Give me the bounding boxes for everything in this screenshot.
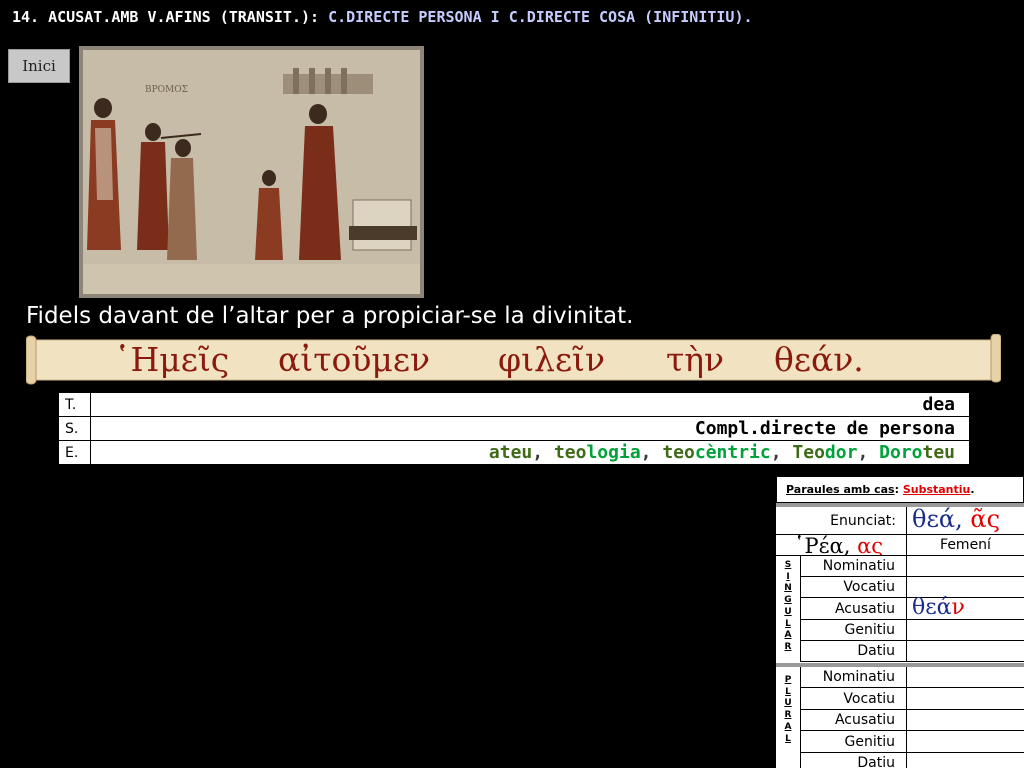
declension-panel: Paraules amb cas: Substantiu. Enunciat: … — [776, 476, 1024, 768]
enunciat-row: Enunciat: θεά, ᾶς — [776, 505, 1024, 535]
model-word: ῾Ρέα, ας — [776, 535, 907, 556]
plural-genitiu-label: Genitiu — [801, 731, 907, 753]
gender-label: Femení — [907, 535, 1024, 556]
table-row: T. dea — [58, 392, 970, 417]
derivative-word: ateu — [488, 442, 533, 463]
title-topic: 14. ACUSAT.AMB V.AFINS (TRANSIT.): — [12, 8, 320, 26]
singular-vocatiu-label: Vocatiu — [801, 577, 907, 598]
singular-genitiu-label: Genitiu — [801, 620, 907, 641]
greek-word-verb: αἰτοῦμεν — [278, 340, 431, 379]
vase-painting-image: ΒΡΟΜΟΣ — [79, 46, 424, 298]
plural-datiu-label: Datiu — [801, 753, 907, 768]
singular-datiu-value[interactable] — [907, 641, 1024, 662]
greek-sentence-scroll: ῾Ημεῖς αἰτοῦμεν φιλεῖν τὴν θεάν. — [26, 334, 1001, 386]
table-row: E. ateu, teologia, teocèntric, Teodor, D… — [58, 440, 970, 465]
row-label: S. — [58, 416, 91, 441]
vase-painting-illustration: ΒΡΟΜΟΣ — [83, 50, 420, 294]
enunciat-greek: θεά, ᾶς — [912, 505, 1001, 533]
singular-nominatiu-label: Nominatiu — [801, 556, 907, 577]
singular-genitiu-value[interactable] — [907, 620, 1024, 641]
enunciat-label: Enunciat: — [776, 507, 907, 534]
derivative-word: teologia — [553, 442, 641, 463]
etymology-value: ateu, teologia, teocèntric, Teodor, Doro… — [90, 440, 970, 465]
row-label: T. — [58, 392, 91, 417]
singular-acusatiu-label: Acusatiu — [801, 598, 907, 620]
image-caption: Fidels davant de l’altar per a propiciar… — [26, 303, 634, 329]
plural-vocatiu-value[interactable] — [907, 688, 1024, 710]
title-subtopic: C.DIRECTE PERSONA I C.DIRECTE COSA (INFI… — [328, 8, 753, 26]
plural-nominatiu-value[interactable] — [907, 667, 1024, 688]
plural-genitiu-value[interactable] — [907, 731, 1024, 753]
svg-text:ΒΡΟΜΟΣ: ΒΡΟΜΟΣ — [145, 85, 188, 95]
plural-nominatiu-label: Nominatiu — [801, 667, 907, 688]
plural-side-label: PLURAL — [776, 667, 801, 768]
greek-word-article: τὴν — [666, 340, 725, 379]
table-row: S. Compl.directe de persona — [58, 416, 970, 441]
singular-nominatiu-value[interactable] — [907, 556, 1024, 577]
tse-table: T. dea S. Compl.directe de persona E. at… — [58, 392, 970, 465]
declension-heading: Paraules amb cas: Substantiu. — [776, 476, 1024, 503]
greek-word-subject: ῾Ημεῖς — [114, 340, 230, 379]
syntax-value: Compl.directe de persona — [90, 416, 970, 441]
plural-acusatiu-label: Acusatiu — [801, 710, 907, 731]
inici-button[interactable]: Inici — [8, 49, 70, 83]
greek-word-object: θεάν. — [774, 340, 864, 379]
plural-acusatiu-value[interactable] — [907, 710, 1024, 731]
greek-word-infinitive: φιλεῖν — [498, 340, 606, 379]
translation-value: dea — [90, 392, 970, 417]
page-title: 14. ACUSAT.AMB V.AFINS (TRANSIT.): C.DIR… — [12, 8, 753, 26]
singular-acusatiu-value[interactable]: θεά ν — [907, 595, 1024, 620]
derivative-word: Doroteu — [879, 442, 955, 463]
plural-vocatiu-label: Vocatiu — [801, 688, 907, 710]
plural-datiu-value[interactable] — [907, 753, 1024, 768]
singular-datiu-label: Datiu — [801, 641, 907, 662]
row-label: E. — [58, 440, 91, 465]
derivative-word: teocèntric — [662, 442, 771, 463]
derivative-word: Teodor — [792, 442, 858, 463]
singular-side-label: SINGULAR — [776, 556, 801, 662]
